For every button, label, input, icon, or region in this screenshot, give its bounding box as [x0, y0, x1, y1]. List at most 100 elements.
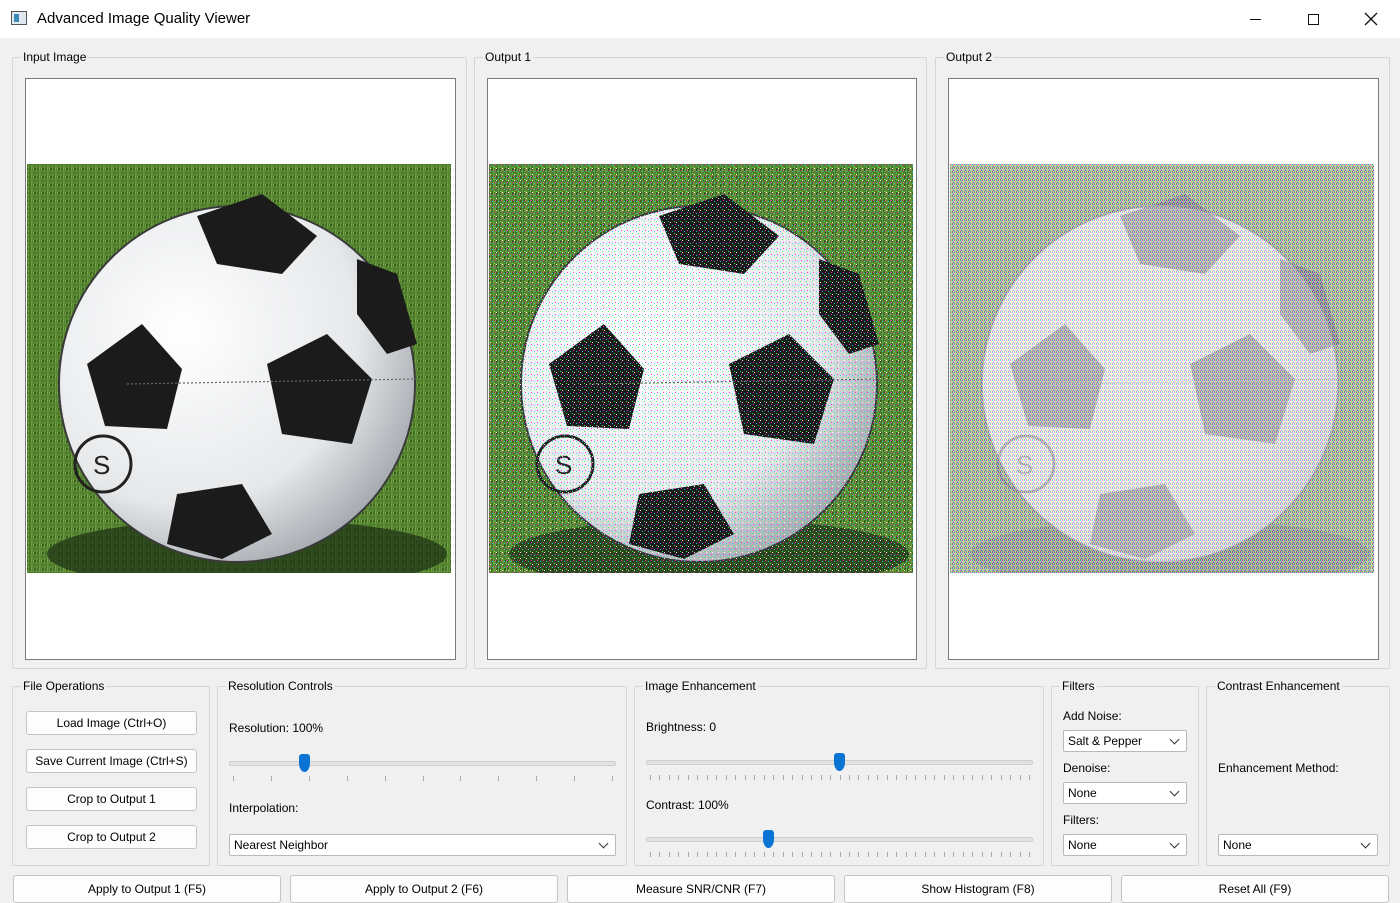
filters-label: Filters:: [1063, 813, 1099, 827]
slider-tick: [659, 852, 661, 857]
denoise-select[interactable]: None: [1063, 782, 1187, 804]
slider-tick: [820, 775, 822, 780]
slider-tick: [972, 852, 974, 857]
apply-output-1-button[interactable]: Apply to Output 1 (F5): [13, 875, 281, 903]
chevron-down-icon: [598, 838, 609, 849]
slider-tick: [687, 852, 689, 857]
slider-tick: [460, 776, 462, 781]
file-operations-title: File Operations: [21, 679, 107, 693]
contrast-slider[interactable]: [646, 830, 1033, 860]
minimize-icon: [1249, 18, 1261, 20]
apply-output-2-button[interactable]: Apply to Output 2 (F6): [290, 875, 558, 903]
resolution-slider-handle[interactable]: [299, 754, 310, 772]
slider-tick: [811, 775, 813, 780]
input-image-panel: Input Image: [12, 50, 467, 669]
resolution-controls-group: Resolution Controls Resolution: 100% Int…: [217, 679, 627, 866]
output-1-image: [489, 164, 913, 573]
slider-tick: [934, 852, 936, 857]
slider-tick: [744, 775, 746, 780]
filters-value: None: [1068, 838, 1097, 852]
slider-tick: [725, 775, 727, 780]
crop-to-output-2-button[interactable]: Crop to Output 2: [26, 825, 197, 849]
enhancement-method-select[interactable]: None: [1218, 834, 1378, 856]
slider-tick: [867, 775, 869, 780]
denoise-label: Denoise:: [1063, 761, 1111, 775]
input-image-panel-title: Input Image: [21, 50, 89, 64]
slider-tick: [915, 852, 917, 857]
resolution-slider[interactable]: [229, 754, 616, 784]
save-image-button[interactable]: Save Current Image (Ctrl+S): [26, 749, 197, 773]
slider-tick: [233, 776, 234, 781]
slider-tick: [858, 775, 860, 780]
slider-tick: [915, 775, 917, 780]
output-2-image-view[interactable]: [948, 78, 1379, 660]
slider-tick: [725, 852, 727, 857]
enhancement-method-label: Enhancement Method:: [1218, 761, 1339, 775]
resolution-label: Resolution: 100%: [229, 721, 324, 735]
slider-tick: [706, 852, 708, 857]
slider-tick: [574, 776, 576, 781]
slider-tick: [773, 775, 775, 780]
slider-tick: [981, 852, 983, 857]
slider-tick: [924, 775, 926, 780]
slider-tick: [612, 776, 613, 781]
enhancement-method-value: None: [1223, 838, 1252, 852]
slider-tick: [678, 852, 680, 857]
filters-group: Filters Add Noise: Salt & Pepper Denoise…: [1051, 679, 1199, 866]
slider-tick: [668, 852, 670, 857]
output-2-image: [950, 164, 1374, 573]
slider-tick: [801, 852, 803, 857]
input-image-view[interactable]: [25, 78, 456, 660]
output-1-image-view[interactable]: [487, 78, 917, 660]
crop-to-output-1-button[interactable]: Crop to Output 1: [26, 787, 197, 811]
slider-tick: [972, 775, 974, 780]
brightness-slider-handle[interactable]: [834, 753, 845, 771]
load-image-button[interactable]: Load Image (Ctrl+O): [26, 711, 197, 735]
slider-tick: [886, 775, 888, 780]
contrast-slider-handle[interactable]: [763, 830, 774, 848]
chevron-down-icon: [1169, 838, 1180, 849]
output-1-panel-title: Output 1: [483, 50, 534, 64]
reset-all-button[interactable]: Reset All (F9): [1121, 875, 1389, 903]
measure-snr-cnr-button[interactable]: Measure SNR/CNR (F7): [567, 875, 835, 903]
slider-tick: [962, 852, 964, 857]
close-button[interactable]: [1342, 0, 1400, 38]
minimize-button[interactable]: [1226, 0, 1284, 38]
brightness-slider[interactable]: [646, 753, 1033, 783]
show-histogram-button[interactable]: Show Histogram (F8): [844, 875, 1112, 903]
output-1-panel: Output 1: [474, 50, 927, 669]
slider-tick: [716, 852, 718, 857]
slider-tick: [867, 852, 869, 857]
maximize-button[interactable]: [1284, 0, 1342, 38]
denoise-value: None: [1068, 786, 1097, 800]
slider-tick: [754, 775, 756, 780]
image-enhancement-group: Image Enhancement Brightness: 0 Contrast…: [634, 679, 1044, 866]
interpolation-label: Interpolation:: [229, 801, 299, 815]
chevron-down-icon: [1169, 734, 1180, 745]
filters-select[interactable]: None: [1063, 834, 1187, 856]
slider-tick: [962, 775, 964, 780]
close-icon: [1364, 12, 1378, 26]
slider-tick: [839, 775, 841, 780]
brightness-label: Brightness: 0: [646, 720, 717, 734]
image-enhancement-title: Image Enhancement: [643, 679, 758, 693]
add-noise-select[interactable]: Salt & Pepper: [1063, 730, 1187, 752]
slider-tick: [1019, 775, 1021, 780]
slider-tick: [830, 852, 832, 857]
slider-tick: [763, 775, 765, 780]
interpolation-select[interactable]: Nearest Neighbor: [229, 834, 616, 856]
slider-tick: [1010, 852, 1012, 857]
add-noise-value: Salt & Pepper: [1068, 734, 1143, 748]
slider-tick: [1010, 775, 1012, 780]
output-2-panel: Output 2: [935, 50, 1390, 669]
slider-tick: [1000, 775, 1002, 780]
slider-tick: [886, 852, 888, 857]
slider-tick: [811, 852, 813, 857]
slider-tick: [1019, 852, 1021, 857]
filters-title: Filters: [1060, 679, 1097, 693]
slider-tick: [848, 852, 850, 857]
slider-tick: [706, 775, 708, 780]
slider-tick: [716, 775, 718, 780]
slider-tick: [650, 852, 651, 857]
contrast-enhancement-title: Contrast Enhancement: [1215, 679, 1342, 693]
